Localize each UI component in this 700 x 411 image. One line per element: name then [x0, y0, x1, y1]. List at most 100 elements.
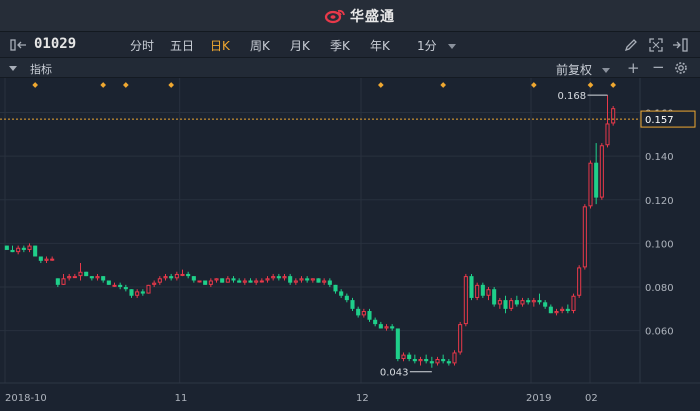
period-dropdown[interactable]: 1分	[417, 37, 457, 54]
candle-body	[50, 258, 55, 261]
period-tab-daily[interactable]: 日K	[210, 37, 230, 54]
candle-body	[452, 352, 457, 364]
candle-body	[180, 273, 185, 276]
sidebar-toggle-icon[interactable]	[10, 39, 28, 51]
collapse-panel-icon[interactable]	[672, 38, 688, 52]
indicator-label[interactable]: 指标	[30, 61, 52, 77]
min-label: 0.043	[380, 368, 409, 379]
max-label: 0.168	[558, 91, 587, 102]
candle-body	[112, 284, 117, 287]
x-tick-label: 11	[175, 393, 188, 404]
candle-body	[367, 311, 372, 320]
candle-body	[214, 278, 219, 281]
candle-body	[123, 287, 128, 290]
candle-body	[611, 108, 616, 124]
period-tab-quarterly[interactable]: 季K	[330, 37, 350, 54]
minus-icon[interactable]: −	[652, 58, 665, 76]
chart-toolbar: 01029 分时 五日 日K 周K 月K 季K 年K 1分	[0, 32, 700, 58]
candle-body	[78, 271, 83, 277]
adjust-label: 前复权	[556, 63, 593, 77]
plus-icon[interactable]: +	[627, 59, 640, 77]
candle-body	[469, 276, 474, 298]
candle-body	[242, 280, 247, 283]
y-tick-label: 0.100	[645, 239, 674, 250]
candle-body	[441, 359, 446, 362]
candle-body	[537, 300, 542, 303]
indicator-bar: 指标 前复权 + −	[0, 58, 700, 78]
event-marker	[587, 82, 594, 88]
period-dropdown-label: 1分	[417, 39, 437, 53]
candle-body	[571, 295, 576, 312]
candle-body	[458, 324, 463, 353]
candle-body	[72, 276, 77, 279]
candle-body	[27, 245, 32, 250]
candle-body	[95, 276, 100, 279]
candle-body	[486, 289, 491, 296]
kline-chart[interactable]: 0.0600.0800.1000.1200.1400.1602018-10111…	[0, 78, 700, 411]
candle-body	[497, 300, 502, 305]
candle-body	[509, 300, 514, 309]
candle-body	[129, 289, 134, 296]
period-tab-5day[interactable]: 五日	[170, 37, 194, 54]
candle-body	[350, 300, 355, 309]
candle-body	[38, 256, 43, 261]
candle-body	[33, 245, 38, 257]
candle-body	[44, 258, 49, 261]
candle-body	[356, 308, 361, 316]
chevron-down-icon	[601, 68, 610, 73]
candle-body	[480, 284, 485, 296]
candle-body	[101, 276, 106, 281]
candle-body	[327, 280, 332, 285]
adjust-dropdown[interactable]: 前复权	[556, 61, 610, 78]
period-tab-monthly[interactable]: 月K	[290, 37, 310, 54]
event-marker	[440, 82, 446, 88]
gear-icon[interactable]	[674, 61, 688, 75]
candle-body	[418, 359, 423, 362]
period-tab-minute[interactable]: 分时	[130, 37, 154, 54]
candle-body	[282, 276, 287, 279]
candle-body	[186, 273, 191, 277]
candle-body	[316, 278, 321, 283]
event-marker	[531, 82, 537, 88]
kline-chart-svg[interactable]: 0.0600.0800.1000.1200.1400.1602018-10111…	[0, 78, 700, 411]
candle-body	[543, 302, 548, 307]
candle-body	[276, 276, 281, 279]
period-tab-yearly[interactable]: 年K	[370, 37, 390, 54]
candle-body	[288, 276, 293, 283]
candle-body	[106, 280, 111, 285]
candle-body	[191, 276, 196, 281]
chevron-down-icon	[448, 44, 457, 49]
event-marker	[100, 82, 106, 88]
brand: 华盛通	[324, 6, 395, 26]
y-tick-label: 0.060	[645, 327, 674, 338]
candle-body	[435, 359, 440, 364]
candle-body	[118, 284, 123, 288]
candle-body	[475, 284, 480, 298]
candle-body	[395, 328, 400, 360]
y-tick-label: 0.080	[645, 283, 674, 294]
event-marker	[123, 82, 129, 88]
candle-body	[605, 123, 610, 146]
period-tab-weekly[interactable]: 周K	[250, 37, 270, 54]
candle-body	[582, 206, 587, 268]
event-marker	[610, 82, 616, 88]
candle-body	[169, 276, 174, 279]
candle-body	[220, 278, 225, 283]
candle-body	[384, 326, 389, 329]
candle-body	[339, 291, 344, 296]
candle-body	[265, 278, 270, 281]
y-tick-label: 0.140	[645, 152, 674, 163]
candle-body	[157, 278, 162, 283]
candle-body	[407, 354, 412, 360]
candle-body	[84, 271, 89, 277]
candle-body	[89, 276, 94, 279]
pencil-icon[interactable]	[624, 38, 638, 52]
candle-body	[163, 276, 168, 279]
candle-body	[548, 306, 553, 314]
x-tick-label: 2019	[526, 393, 551, 404]
caret-down-icon[interactable]	[9, 66, 17, 71]
candle-body	[231, 278, 236, 281]
fullscreen-icon[interactable]	[649, 38, 663, 52]
candle-body	[554, 311, 559, 314]
candle-body	[520, 300, 525, 305]
